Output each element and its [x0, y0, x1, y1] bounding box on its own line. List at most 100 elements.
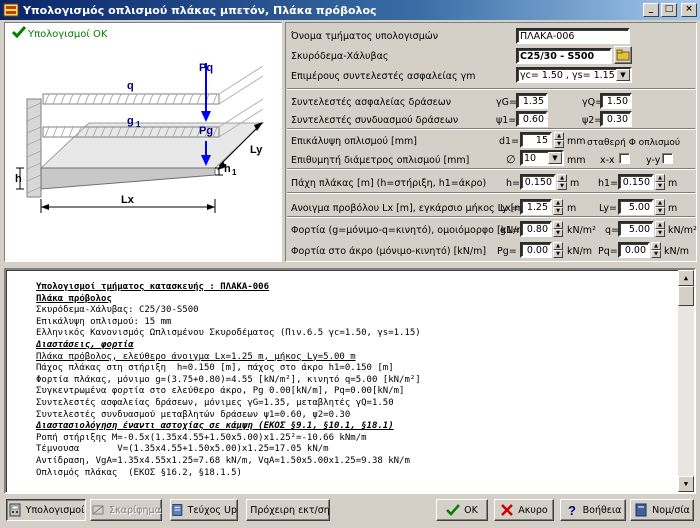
- calculate-button[interactable]: Υπολογισμοί: [6, 499, 86, 521]
- report-line: Πλάκα πρόβολος: [36, 293, 112, 304]
- pg-input[interactable]: 0.00: [520, 242, 552, 258]
- maximize-button[interactable]: □: [661, 3, 677, 17]
- help-icon: ?: [568, 503, 576, 517]
- lx-unit: m: [567, 203, 577, 214]
- preview-print-button[interactable]: Πρόχειρη εκτ/ση: [246, 499, 330, 521]
- material-picker-button[interactable]: [614, 46, 632, 64]
- q-spinner[interactable]: ▲ ▼: [655, 221, 665, 237]
- constant-diameter-label: σταθερή Φ οπλισμού: [587, 138, 681, 148]
- d1-label: d1=: [499, 136, 520, 147]
- report-line: Ελληνικός Κανονισμός Ωπλισμένου Σκυροδέμ…: [36, 328, 421, 339]
- chevron-down-icon[interactable]: ▼: [616, 69, 630, 81]
- thickness-h1-spinner[interactable]: ▲ ▼: [655, 174, 665, 190]
- yy-checkbox[interactable]: [662, 153, 673, 164]
- diameter-select[interactable]: 10 ▼: [520, 150, 564, 166]
- status-ok-label: Υπολογισμοί ΟΚ: [28, 29, 108, 40]
- report-line: Πλάκα πρόβολος, ελεύθερο άνοιγμα Lx=1.25…: [36, 351, 356, 362]
- report-line: Διαστάσεις, φορτία: [36, 339, 134, 350]
- chevron-down-icon[interactable]: ▼: [548, 152, 562, 164]
- folder-icon: [616, 49, 630, 61]
- report-line: Πάχος πλάκας στη στήριξη h=0.150 [m], πά…: [36, 363, 394, 374]
- combination-label: Συντελεστές συνδυασμού δράσεων: [291, 115, 459, 126]
- sketch-button[interactable]: Σκαρίφημα: [90, 499, 162, 521]
- ly-spinner[interactable]: ▲ ▼: [655, 199, 665, 215]
- pg-label: Pg=: [497, 246, 517, 257]
- h1-label: h: [224, 163, 231, 175]
- help-button-label: Βοήθεια: [582, 504, 622, 516]
- thickness-h-spinner[interactable]: ▲ ▼: [557, 174, 567, 190]
- checkmark-icon: [12, 26, 26, 38]
- report-line: Υπολογισμοί τμήματος κατασκευής : ΠΛΑΚΑ-…: [36, 282, 269, 292]
- diameter-value: 10: [524, 152, 537, 164]
- g1-spinner[interactable]: ▲ ▼: [553, 221, 563, 237]
- cantilever-slab-diagram: Pq q g 1 Pg h h 1 Ly Lx: [15, 62, 265, 213]
- thickness-h-input[interactable]: 0.150: [520, 174, 556, 190]
- load-safety-label: Συντελεστές ασφαλείας δράσεων: [291, 97, 452, 108]
- q-unit: kN/m²: [668, 225, 697, 236]
- pg-unit: kN/m: [567, 246, 593, 257]
- g1-label: g1=: [500, 225, 521, 236]
- safety-factors-select[interactable]: γc= 1.50 , γs= 1.15 ▼: [516, 67, 632, 83]
- ly-label: Ly: [250, 144, 263, 156]
- psi1-label: ψ1=: [496, 115, 517, 126]
- diameter-icon: ∅: [506, 153, 516, 166]
- teuxos-button[interactable]: Τεύχος Up: [170, 499, 238, 521]
- thickness-h1-input[interactable]: 0.150: [618, 174, 654, 190]
- app-icon: [3, 3, 19, 17]
- report-lines: Υπολογισμοί τμήματος κατασκευής : ΠΛΑΚΑ-…: [36, 282, 676, 479]
- xx-checkbox[interactable]: [619, 153, 630, 164]
- h1-sub-label: 1: [232, 168, 237, 177]
- g1-sub-label: 1: [136, 120, 141, 129]
- q-label: q: [127, 80, 134, 92]
- scroll-thumb[interactable]: [678, 286, 694, 306]
- pq-spinner[interactable]: ▲ ▼: [651, 242, 661, 258]
- cover-spinner[interactable]: ▲ ▼: [554, 132, 564, 148]
- ok-button[interactable]: OK: [436, 499, 488, 521]
- report-line: Τέμνουσα V=(1.35x4.55+1.50x5.00)x1.25=17…: [36, 444, 329, 455]
- gG-input[interactable]: 1.35: [516, 93, 548, 109]
- report-text-area[interactable]: Υπολογισμοί τμήματος κατασκευής : ΠΛΑΚΑ-…: [4, 268, 696, 494]
- ly-unit: m: [668, 203, 678, 214]
- psi2-input[interactable]: 0.30: [600, 111, 632, 127]
- gQ-input[interactable]: 1.50: [600, 93, 632, 109]
- section-name-input[interactable]: ΠΛΑΚΑ-006: [516, 28, 630, 44]
- tip-loads-label: Φορτία στο άκρο (μόνιμο-κινητό) [kN/m]: [291, 246, 487, 257]
- lx-input[interactable]: 1.25: [520, 199, 552, 215]
- report-line: Σκυρόδεμα-Χάλυβας: C25/30-S500: [36, 305, 199, 316]
- section-name-label: Όνομα τμήματος υπολογισμών: [291, 31, 439, 42]
- safety-factors-label: Επιμέρους συντελεστές ασφαλείας γm: [291, 71, 476, 82]
- h-label: h: [15, 173, 22, 185]
- ly-input[interactable]: 5.00: [618, 199, 654, 215]
- report-scrollbar[interactable]: ▲ ▼: [678, 270, 694, 492]
- psi1-input[interactable]: 0.60: [516, 111, 548, 127]
- scroll-up-icon[interactable]: ▲: [678, 270, 694, 286]
- pg-spinner[interactable]: ▲ ▼: [553, 242, 563, 258]
- concrete-steel-label: Σκυρόδεμα-Χάλυβας: [291, 51, 389, 62]
- h1-label: h1=: [598, 178, 619, 189]
- lx-spinner[interactable]: ▲ ▼: [553, 199, 563, 215]
- minimize-button[interactable]: _: [643, 3, 659, 17]
- q-input[interactable]: 5.00: [618, 221, 654, 237]
- title-bar[interactable]: Υπολογισμός οπλισμού πλάκας μπετόν, Πλάκ…: [0, 0, 700, 20]
- thickness-label: Πάχη πλάκας [m] (h=στήριξη, h1=άκρο): [291, 178, 487, 189]
- pq-label: Pq: [199, 62, 213, 74]
- scroll-down-icon[interactable]: ▼: [678, 476, 694, 492]
- sketch-button-label: Σκαρίφημα: [109, 504, 161, 516]
- g1-input[interactable]: 0.80: [520, 221, 552, 237]
- help-button[interactable]: ? Βοήθεια: [560, 499, 626, 521]
- close-button-label: Νομ/σία: [652, 504, 690, 516]
- report-line: Ροπή στήριξης M=-0.5x(1.35x4.55+1.50x5.0…: [36, 432, 367, 443]
- cover-input[interactable]: 15: [520, 132, 552, 148]
- cancel-button[interactable]: Ακυρο: [494, 499, 554, 521]
- report-line: Συντελεστές συνδυασμού μεταβλητών δράσεω…: [36, 409, 351, 420]
- cancel-button-label: Ακυρο: [518, 504, 548, 516]
- diameter-unit: mm: [567, 155, 586, 166]
- h-label: h=: [506, 178, 520, 189]
- concrete-steel-input[interactable]: C25/30 - S500: [516, 48, 612, 64]
- close-button[interactable]: Νομ/σία: [630, 499, 694, 521]
- close-window-button[interactable]: ×: [681, 3, 697, 17]
- separator: [287, 168, 695, 170]
- report-line: Φορτία πλάκας, μόνιμο g=(3.75+0.80)=4.55…: [36, 374, 421, 385]
- thickness-h1-unit: m: [668, 178, 678, 189]
- pq-input[interactable]: 0.00: [618, 242, 650, 258]
